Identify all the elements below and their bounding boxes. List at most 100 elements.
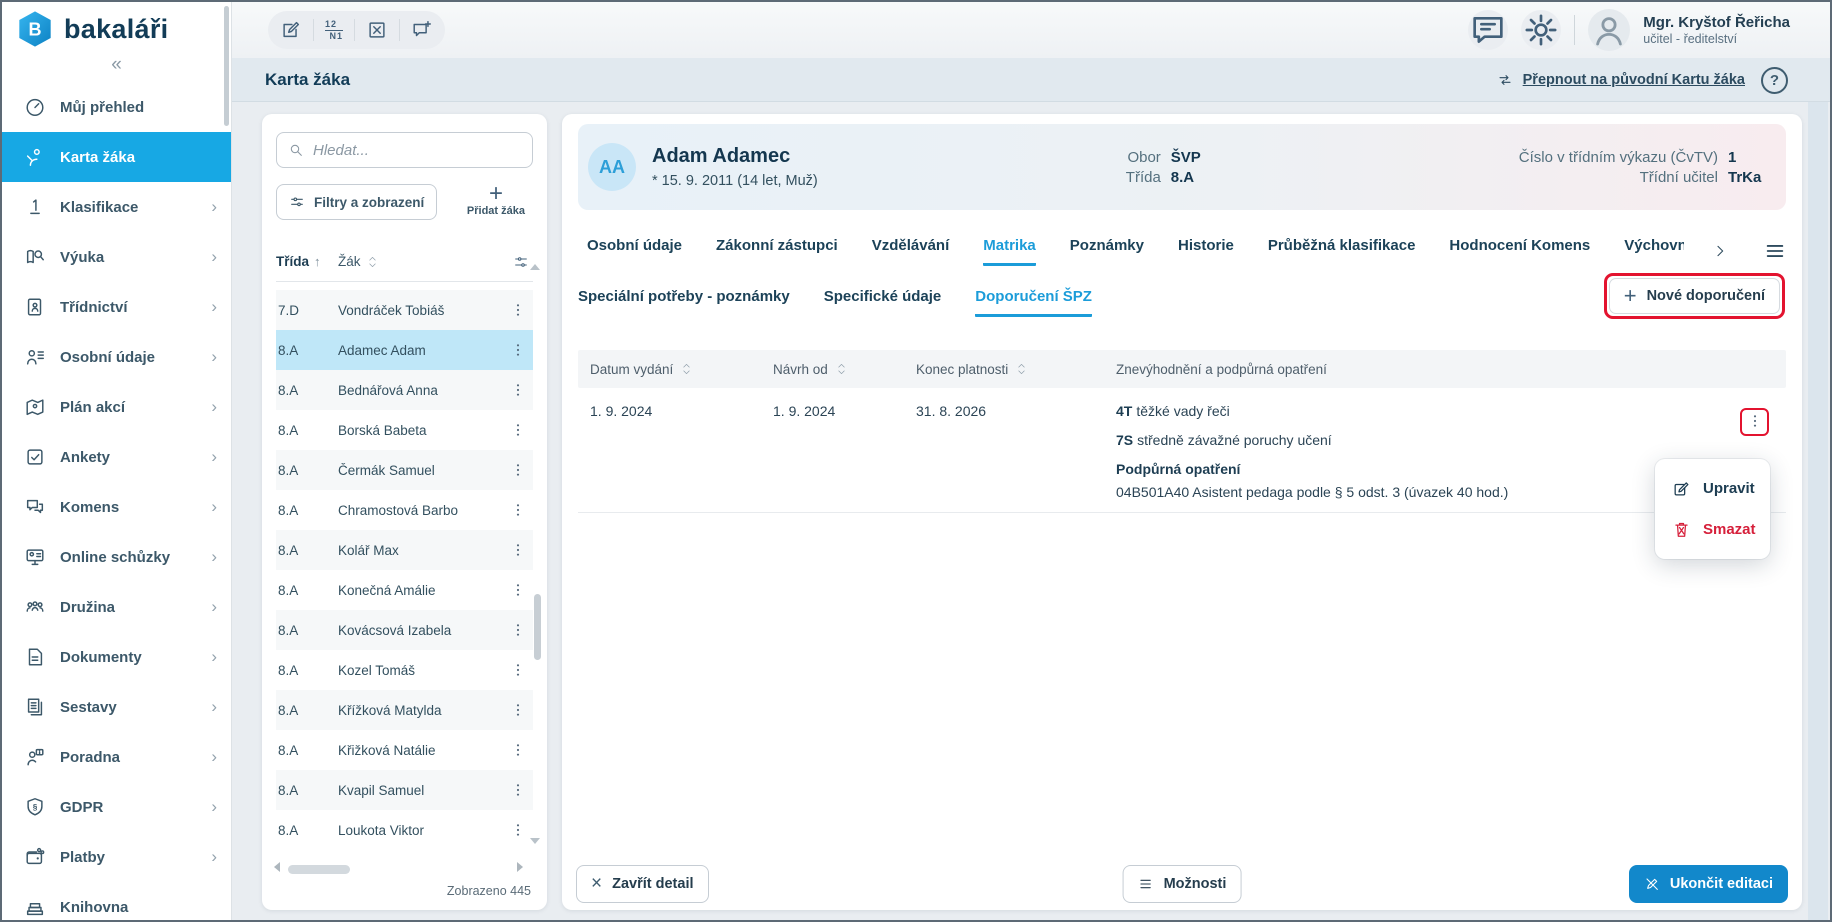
tab-matrika[interactable]: Matrika — [983, 237, 1036, 266]
list-horizontal-scrollbar[interactable] — [288, 865, 350, 874]
sidebar-scrollbar[interactable] — [224, 6, 229, 126]
list-item[interactable]: 8.A Křížková Matylda — [276, 690, 533, 730]
tab-zakonni-zastupci[interactable]: Zákonní zástupci — [716, 237, 838, 266]
column-class[interactable]: Třída ↑ — [276, 254, 338, 269]
add-student-button[interactable]: + Přidat žáka — [467, 184, 533, 217]
column-student[interactable]: Žák — [338, 254, 513, 269]
scroll-right-icon[interactable] — [517, 862, 523, 872]
sidebar-item-ankety[interactable]: Ankety › — [2, 432, 231, 482]
tab-prubezna-klasifikace[interactable]: Průběžná klasifikace — [1268, 237, 1416, 266]
sidebar-item-dokumenty[interactable]: Dokumenty › — [2, 632, 231, 682]
row-kebab-icon[interactable] — [505, 382, 531, 398]
subtab-doporuceni-spz[interactable]: Doporučení ŠPZ — [975, 288, 1092, 317]
list-item[interactable]: 7.D Vondráček Tobiáš — [276, 290, 533, 330]
row-kebab-icon[interactable] — [505, 462, 531, 478]
row-kebab-icon[interactable] — [505, 582, 531, 598]
absence-icon[interactable] — [366, 19, 388, 41]
finish-editing-button[interactable]: Ukončit editaci — [1629, 865, 1788, 903]
list-item[interactable]: 8.A Konečná Amálie — [276, 570, 533, 610]
row-kebab-icon[interactable] — [505, 502, 531, 518]
sidebar-item-karta-zaka[interactable]: Karta žáka — [2, 132, 231, 182]
chat-icon[interactable] — [1468, 10, 1508, 50]
tabs-overflow-chevron-icon[interactable] — [1712, 243, 1728, 259]
new-message-icon[interactable] — [411, 19, 433, 41]
list-item[interactable]: 8.A Čermák Samuel — [276, 450, 533, 490]
quick-toolbar: 12 N1 — [268, 11, 445, 49]
sidebar-item-label: Plán akcí — [60, 399, 125, 416]
help-icon[interactable]: ? — [1761, 67, 1788, 94]
sidebar-item-druzina[interactable]: Družina › — [2, 582, 231, 632]
sidebar-item-muj-prehled[interactable]: Můj přehled — [2, 82, 231, 132]
list-item[interactable]: 8.A Borská Babeta — [276, 410, 533, 450]
subtab-specialni-potreby[interactable]: Speciální potřeby - poznámky — [578, 288, 790, 317]
scroll-up-icon[interactable] — [530, 264, 540, 270]
sidebar-collapse-icon[interactable]: « — [2, 48, 231, 78]
options-button[interactable]: Možnosti — [1123, 865, 1242, 903]
list-item[interactable]: 8.A Adamec Adam — [276, 330, 533, 370]
list-item[interactable]: 8.A Kozel Tomáš — [276, 650, 533, 690]
subtab-specificke-udaje[interactable]: Specifické údaje — [824, 288, 942, 317]
sidebar-item-klasifikace[interactable]: Klasifikace › — [2, 182, 231, 232]
list-vertical-scrollbar[interactable] — [534, 594, 541, 660]
column-settings-icon[interactable] — [513, 254, 529, 270]
row-kebab-icon[interactable] — [505, 742, 531, 758]
scroll-down-icon[interactable] — [530, 838, 540, 844]
list-item[interactable]: 8.A Chramostová Barbo — [276, 490, 533, 530]
gear-icon[interactable] — [1521, 10, 1561, 50]
sidebar-item-knihovna[interactable]: Knihovna — [2, 882, 231, 922]
list-item[interactable]: 8.A Kovácsová Izabela — [276, 610, 533, 650]
sidebar-item-platby[interactable]: Platby › — [2, 832, 231, 882]
tab-osobni-udaje[interactable]: Osobní údaje — [587, 237, 682, 266]
menu-item-edit[interactable]: Upravit — [1655, 468, 1770, 509]
row-kebab-icon[interactable] — [505, 662, 531, 678]
scroll-left-icon[interactable] — [274, 862, 280, 872]
tab-hodnoceni-komens[interactable]: Hodnocení Komens — [1449, 237, 1590, 266]
column-navrh-od[interactable]: Návrh od — [773, 362, 916, 377]
sidebar-item-poradna[interactable]: Poradna › — [2, 732, 231, 782]
row-kebab-icon[interactable] — [505, 822, 531, 838]
close-detail-button[interactable]: × Zavřít detail — [576, 865, 709, 903]
row-actions-kebab-icon[interactable] — [1747, 413, 1763, 432]
matrika-subtabs: Speciální potřeby - poznámky Specifické … — [578, 282, 1786, 322]
edit-note-icon[interactable] — [280, 19, 302, 41]
row-kebab-icon[interactable] — [505, 342, 531, 358]
switch-to-original-link[interactable]: Přepnout na původní Kartu žáka — [1523, 72, 1745, 88]
sidebar-item-tridnictvi[interactable]: Třídnictví › — [2, 282, 231, 332]
search-input[interactable] — [313, 142, 521, 159]
sidebar-item-komens[interactable]: Komens › — [2, 482, 231, 532]
user-info[interactable]: Mgr. Kryštof Řeřicha učitel - ředitelstv… — [1643, 14, 1790, 47]
tabs-menu-icon[interactable] — [1764, 240, 1786, 262]
list-item[interactable]: 8.A Bednářová Anna — [276, 370, 533, 410]
tab-vzdelavani[interactable]: Vzdělávání — [872, 237, 950, 266]
menu-item-delete[interactable]: Smazat — [1655, 509, 1770, 550]
new-recommendation-button[interactable]: + Nové doporučení — [1609, 278, 1780, 314]
filters-button[interactable]: Filtry a zobrazení — [276, 184, 437, 220]
sidebar-item-plan-akci[interactable]: Plán akcí › — [2, 382, 231, 432]
tab-vychovna-opatreni[interactable]: Výchovná op — [1624, 237, 1684, 266]
row-kebab-icon[interactable] — [505, 702, 531, 718]
sidebar-item-osobni-udaje[interactable]: Osobní údaje › — [2, 332, 231, 382]
row-kebab-icon[interactable] — [505, 302, 531, 318]
sidebar-item-online-schuzky[interactable]: Online schůzky › — [2, 532, 231, 582]
user-avatar[interactable] — [1588, 9, 1630, 51]
sidebar-item-gdpr[interactable]: § GDPR › — [2, 782, 231, 832]
brand-logo[interactable]: B bakaláři — [2, 2, 231, 48]
row-kebab-icon[interactable] — [505, 622, 531, 638]
column-datum-vydani[interactable]: Datum vydání — [578, 362, 773, 377]
list-item[interactable]: 8.A Křižková Natálie — [276, 730, 533, 770]
sidebar-item-sestavy[interactable]: Sestavy › — [2, 682, 231, 732]
page-scrollbar[interactable] — [1808, 102, 1828, 920]
table-row[interactable]: 1. 9. 2024 1. 9. 2024 31. 8. 2026 4Ttěžk… — [578, 388, 1786, 513]
list-item[interactable]: 8.A Loukota Viktor — [276, 810, 533, 850]
tab-historie[interactable]: Historie — [1178, 237, 1234, 266]
list-item[interactable]: 8.A Kolář Max — [276, 530, 533, 570]
sort-icon — [836, 362, 847, 376]
sidebar-item-vyuka[interactable]: Výuka › — [2, 232, 231, 282]
tab-poznamky[interactable]: Poznámky — [1070, 237, 1144, 266]
row-kebab-icon[interactable] — [505, 542, 531, 558]
grade-entry-icon[interactable]: 12 N1 — [325, 20, 343, 41]
row-kebab-icon[interactable] — [505, 422, 531, 438]
column-konec-platnosti[interactable]: Konec platnosti — [916, 362, 1116, 377]
list-item[interactable]: 8.A Kvapil Samuel — [276, 770, 533, 810]
row-kebab-icon[interactable] — [505, 782, 531, 798]
